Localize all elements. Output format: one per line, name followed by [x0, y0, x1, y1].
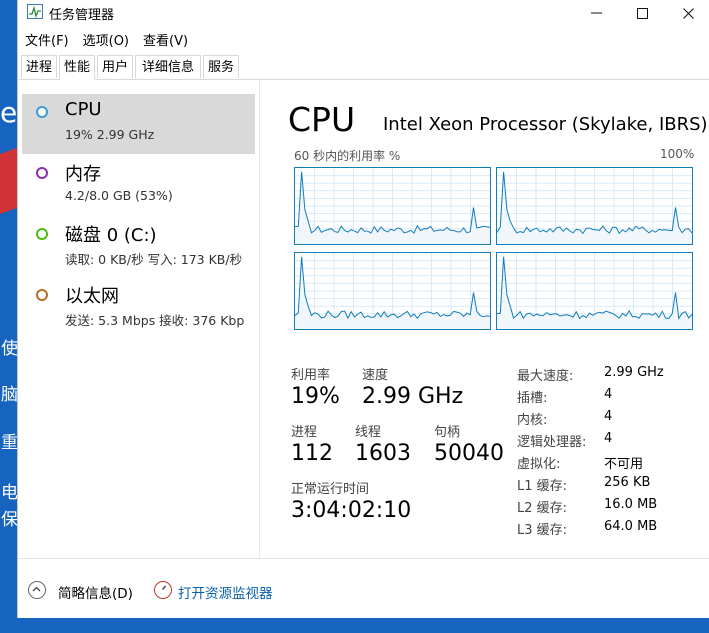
ethernet-indicator-icon: [36, 289, 48, 301]
cpu-core-graph: [294, 252, 491, 330]
desktop-glyph: 保: [1, 510, 18, 530]
tab-performance[interactable]: 性能: [59, 55, 95, 80]
spec-label: L1 缓存:: [517, 479, 568, 494]
footer-bar: 简略信息(D) 打开资源监视器: [18, 558, 709, 619]
speed-value: 2.99 GHz: [362, 384, 464, 409]
spec-label: 逻辑处理器:: [517, 435, 587, 450]
tab-processes[interactable]: 进程: [21, 55, 57, 78]
desktop-glyph: 使: [1, 339, 18, 359]
title-bar[interactable]: 任务管理器: [18, 0, 709, 26]
spec-value: 4: [604, 387, 613, 402]
resource-monitor-icon: [154, 581, 172, 599]
minimize-button[interactable]: [573, 0, 619, 26]
sidebar-item-subtitle: 19% 2.99 GHz: [65, 127, 155, 142]
uptime-value: 3:04:02:10: [291, 498, 412, 523]
utilization-label: 利用率: [291, 368, 331, 383]
graph-max-label: 100%: [660, 147, 695, 161]
sidebar-item-subtitle: 发送: 5.3 Mbps 接收: 376 Kbp: [65, 313, 245, 328]
open-resource-monitor-link[interactable]: 打开资源监视器: [178, 582, 273, 602]
tab-users[interactable]: 用户: [97, 55, 133, 78]
spec-value: 64.0 MB: [604, 519, 658, 534]
sidebar-item-subtitle: 4.2/8.0 GB (53%): [65, 188, 173, 203]
spec-value: 4: [604, 431, 613, 446]
handles-label: 句柄: [434, 425, 461, 440]
menu-bar: 文件(F) 选项(O) 查看(V): [18, 28, 195, 50]
speed-label: 速度: [362, 368, 389, 383]
menu-view[interactable]: 查看(V): [136, 28, 195, 50]
sidebar-item-title: 内存: [65, 164, 101, 185]
sidebar-item-memory[interactable]: 内存 4.2/8.0 GB (53%): [22, 155, 255, 215]
desktop-glyph: 电: [1, 483, 18, 503]
menu-options[interactable]: 选项(O): [76, 28, 136, 50]
desktop-glyph: 脑: [1, 385, 18, 405]
collapse-chevron-icon[interactable]: [28, 581, 46, 599]
maximize-button[interactable]: [619, 0, 665, 26]
spec-value: 4: [604, 409, 613, 424]
tab-services[interactable]: 服务: [203, 55, 239, 78]
memory-indicator-icon: [36, 167, 48, 179]
handles-value: 50040: [434, 441, 504, 466]
desktop-glyph: 重: [1, 433, 18, 453]
cpu-detail-panel: CPU Intel Xeon Processor (Skylake, IBRS)…: [260, 80, 709, 558]
performance-sidebar: CPU 19% 2.99 GHz 内存 4.2/8.0 GB (53%) 磁盘 …: [18, 80, 260, 558]
task-manager-window: 任务管理器 文件(F) 选项(O) 查看(V) 进程 性能 用户 详细信息 服务…: [17, 0, 709, 618]
window-title: 任务管理器: [49, 8, 115, 23]
sidebar-item-disk[interactable]: 磁盘 0 (C:) 读取: 0 KB/秒 写入: 173 KB/秒: [22, 216, 255, 276]
spec-label: 虚拟化:: [517, 457, 561, 472]
tab-details[interactable]: 详细信息: [135, 55, 201, 78]
uptime-label: 正常运行时间: [291, 482, 370, 497]
cpu-core-graph: [496, 167, 693, 245]
page-title: CPU: [288, 100, 356, 139]
spec-label: 插槽:: [517, 391, 548, 406]
cpu-core-graph: [294, 167, 491, 245]
spec-value: 不可用: [604, 457, 644, 472]
spec-value: 256 KB: [604, 475, 651, 490]
processes-label: 进程: [291, 425, 318, 440]
sidebar-item-ethernet[interactable]: 以太网 发送: 5.3 Mbps 接收: 376 Kbp: [22, 277, 255, 337]
close-button[interactable]: [665, 0, 709, 26]
cpu-indicator-icon: [36, 106, 48, 118]
sidebar-item-title: CPU: [65, 99, 102, 120]
graph-caption: 60 秒内的利用率 %: [294, 149, 401, 163]
sidebar-item-cpu[interactable]: CPU 19% 2.99 GHz: [22, 94, 255, 154]
fewer-details-button[interactable]: 简略信息(D): [58, 582, 133, 602]
disk-indicator-icon: [36, 228, 48, 240]
spec-label: L2 缓存:: [517, 501, 568, 516]
sidebar-item-subtitle: 读取: 0 KB/秒 写入: 173 KB/秒: [65, 252, 243, 267]
sidebar-item-title: 磁盘 0 (C:): [65, 225, 157, 246]
tab-bar: 进程 性能 用户 详细信息 服务: [18, 55, 709, 80]
spec-value: 2.99 GHz: [604, 365, 664, 380]
cpu-model-name: Intel Xeon Processor (Skylake, IBRS): [383, 114, 708, 135]
desktop-edge-glyph: e: [0, 96, 18, 129]
spec-label: L3 缓存:: [517, 523, 568, 538]
spec-label: 内核:: [517, 413, 548, 428]
utilization-value: 19%: [291, 384, 340, 409]
processes-value: 112: [291, 441, 333, 466]
task-manager-icon: [27, 4, 43, 19]
threads-label: 线程: [355, 425, 382, 440]
threads-value: 1603: [355, 441, 411, 466]
spec-label: 最大速度:: [517, 369, 574, 384]
spec-value: 16.0 MB: [604, 497, 658, 512]
sidebar-item-title: 以太网: [65, 286, 119, 307]
menu-file[interactable]: 文件(F): [18, 28, 76, 50]
cpu-core-graph: [496, 252, 693, 330]
